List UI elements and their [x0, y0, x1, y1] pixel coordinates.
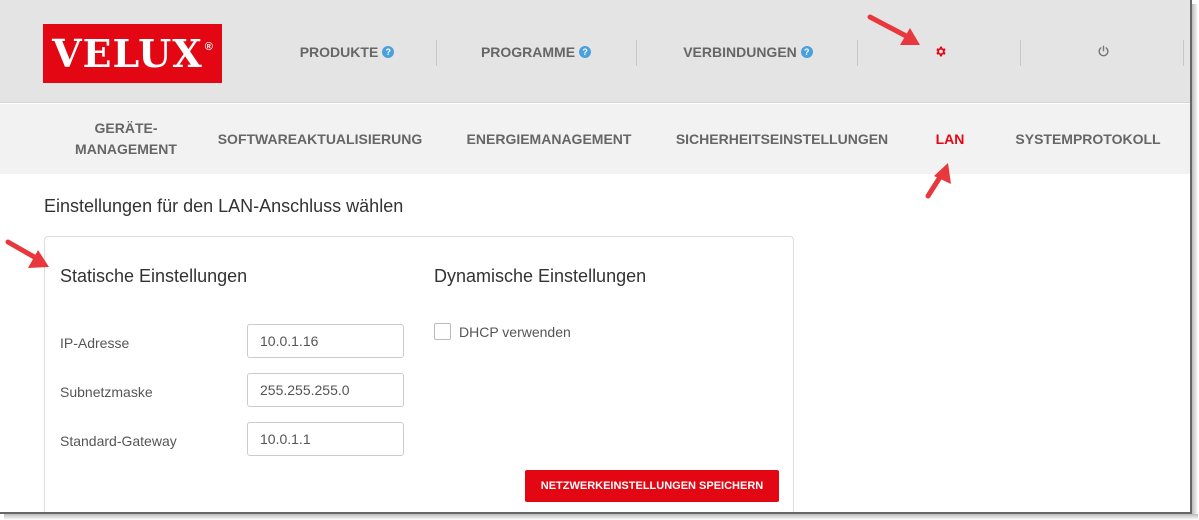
- dynamic-settings-title: Dynamische Einstellungen: [434, 266, 647, 286]
- help-icon[interactable]: ?: [800, 45, 813, 58]
- nav-programme[interactable]: PROGRAMME ?: [448, 0, 624, 103]
- ip-address-input[interactable]: [247, 324, 404, 358]
- annotation-arrow-icon: [925, 163, 951, 199]
- frame-shadow: [4, 514, 1198, 520]
- nav-divider: [1020, 40, 1021, 66]
- velux-logo[interactable]: VELUX ®: [43, 24, 222, 83]
- dhcp-checkbox[interactable]: [434, 323, 451, 340]
- page-title: Einstellungen für den LAN-Anschluss wähl…: [44, 196, 404, 216]
- tab-systemprotokoll[interactable]: SYSTEMPROTOKOLL: [1006, 104, 1170, 174]
- frame-shadow: [1192, 4, 1198, 518]
- help-icon[interactable]: ?: [579, 45, 592, 58]
- nav-verbindungen-label: VERBINDUNGEN: [683, 43, 797, 60]
- gateway-input[interactable]: [247, 422, 404, 456]
- tab-sicherheitseinstellungen[interactable]: SICHERHEITSEINSTELLUNGEN: [668, 104, 896, 174]
- nav-verbindungen[interactable]: VERBINDUNGEN ?: [650, 0, 846, 103]
- top-bar: VELUX ® PRODUKTE ? PROGRAMME ? VERBINDUN…: [0, 0, 1190, 103]
- nav-divider: [1183, 40, 1184, 66]
- nav-produkte[interactable]: PRODUKTE ?: [262, 0, 432, 103]
- annotation-arrow-icon: [867, 14, 920, 45]
- nav-divider: [857, 40, 858, 66]
- tab-energiemanagement[interactable]: ENERGIEMANAGEMENT: [458, 104, 640, 174]
- logo-text: VELUX: [52, 31, 203, 76]
- subnet-mask-label: Subnetzmaske: [60, 384, 153, 400]
- settings-subnav: GERÄTE-MANAGEMENT SOFTWAREAKTUALISIERUNG…: [0, 104, 1190, 174]
- save-network-settings-button[interactable]: NETZWERKEINSTELLUNGEN SPEICHERN: [525, 470, 779, 502]
- gear-icon: [935, 46, 946, 57]
- nav-divider: [636, 40, 637, 66]
- registered-mark: ®: [204, 40, 213, 53]
- browser-frame: VELUX ® PRODUKTE ? PROGRAMME ? VERBINDUN…: [0, 0, 1192, 514]
- ip-address-label: IP-Adresse: [60, 335, 130, 351]
- static-settings-title: Statische Einstellungen: [60, 266, 248, 286]
- logout-button[interactable]: [1060, 0, 1146, 103]
- gateway-label: Standard-Gateway: [60, 433, 177, 449]
- nav-programme-label: PROGRAMME: [480, 43, 576, 60]
- annotation-arrow-icon: [5, 239, 49, 268]
- power-icon: [1098, 45, 1108, 57]
- subnet-mask-input[interactable]: [247, 373, 404, 407]
- nav-produkte-label: PRODUKTE: [299, 43, 379, 60]
- dhcp-label: DHCP verwenden: [459, 324, 571, 340]
- nav-divider: [436, 40, 437, 66]
- tab-softwareaktualisierung[interactable]: SOFTWAREAKTUALISIERUNG: [210, 104, 430, 174]
- tab-geraete-management[interactable]: GERÄTE-MANAGEMENT: [68, 104, 184, 174]
- help-icon[interactable]: ?: [382, 45, 395, 58]
- lan-settings-card: Statische Einstellungen IP-Adresse Subne…: [44, 236, 794, 512]
